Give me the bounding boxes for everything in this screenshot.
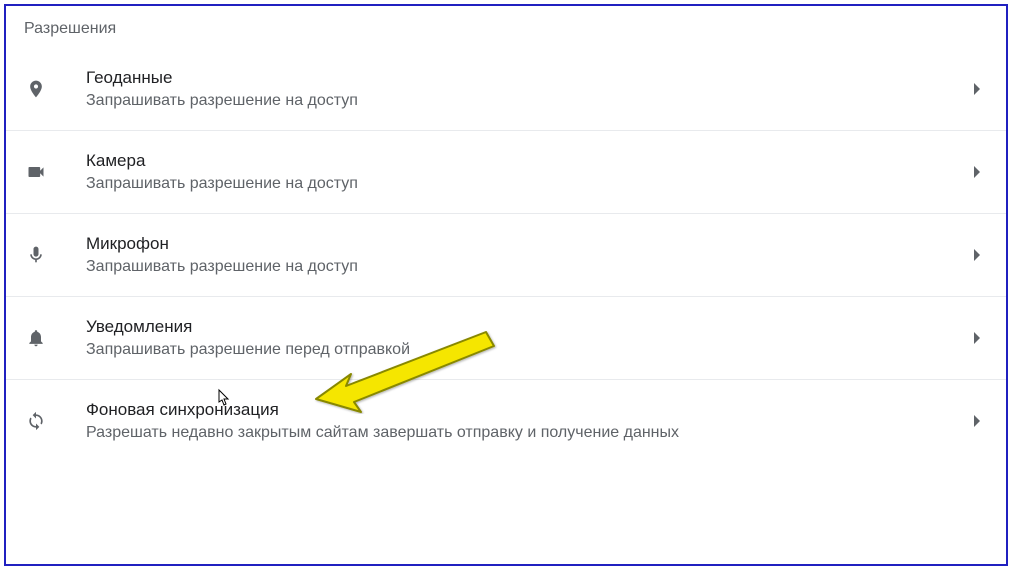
item-title: Микрофон [86,234,968,254]
item-subtitle: Запрашивать разрешение на доступ [86,92,968,110]
chevron-right-icon [968,162,988,182]
permission-item-camera[interactable]: Камера Запрашивать разрешение на доступ [6,130,1006,213]
section-header: Разрешения [6,6,1006,48]
item-title: Уведомления [86,317,968,337]
permission-item-microphone[interactable]: Микрофон Запрашивать разрешение на досту… [6,213,1006,296]
item-title: Фоновая синхронизация [86,400,968,420]
chevron-right-icon [968,245,988,265]
chevron-right-icon [968,411,988,431]
permission-item-location[interactable]: Геоданные Запрашивать разрешение на дост… [6,48,1006,130]
item-subtitle: Запрашивать разрешение на доступ [86,175,968,193]
item-content: Микрофон Запрашивать разрешение на досту… [86,234,968,276]
location-icon [24,77,48,101]
sync-icon [24,409,48,433]
chevron-right-icon [968,328,988,348]
camera-icon [24,160,48,184]
permissions-panel: Разрешения Геоданные Запрашивать разреше… [4,4,1008,566]
item-content: Уведомления Запрашивать разрешение перед… [86,317,968,359]
item-subtitle: Запрашивать разрешение на доступ [86,258,968,276]
item-content: Геоданные Запрашивать разрешение на дост… [86,68,968,110]
microphone-icon [24,243,48,267]
permissions-list: Геоданные Запрашивать разрешение на дост… [6,48,1006,462]
item-subtitle: Разрешать недавно закрытым сайтам заверш… [86,424,968,442]
item-title: Камера [86,151,968,171]
permission-item-background-sync[interactable]: Фоновая синхронизация Разрешать недавно … [6,379,1006,462]
permission-item-notifications[interactable]: Уведомления Запрашивать разрешение перед… [6,296,1006,379]
bell-icon [24,326,48,350]
item-content: Камера Запрашивать разрешение на доступ [86,151,968,193]
item-content: Фоновая синхронизация Разрешать недавно … [86,400,968,442]
item-subtitle: Запрашивать разрешение перед отправкой [86,341,968,359]
chevron-right-icon [968,79,988,99]
item-title: Геоданные [86,68,968,88]
